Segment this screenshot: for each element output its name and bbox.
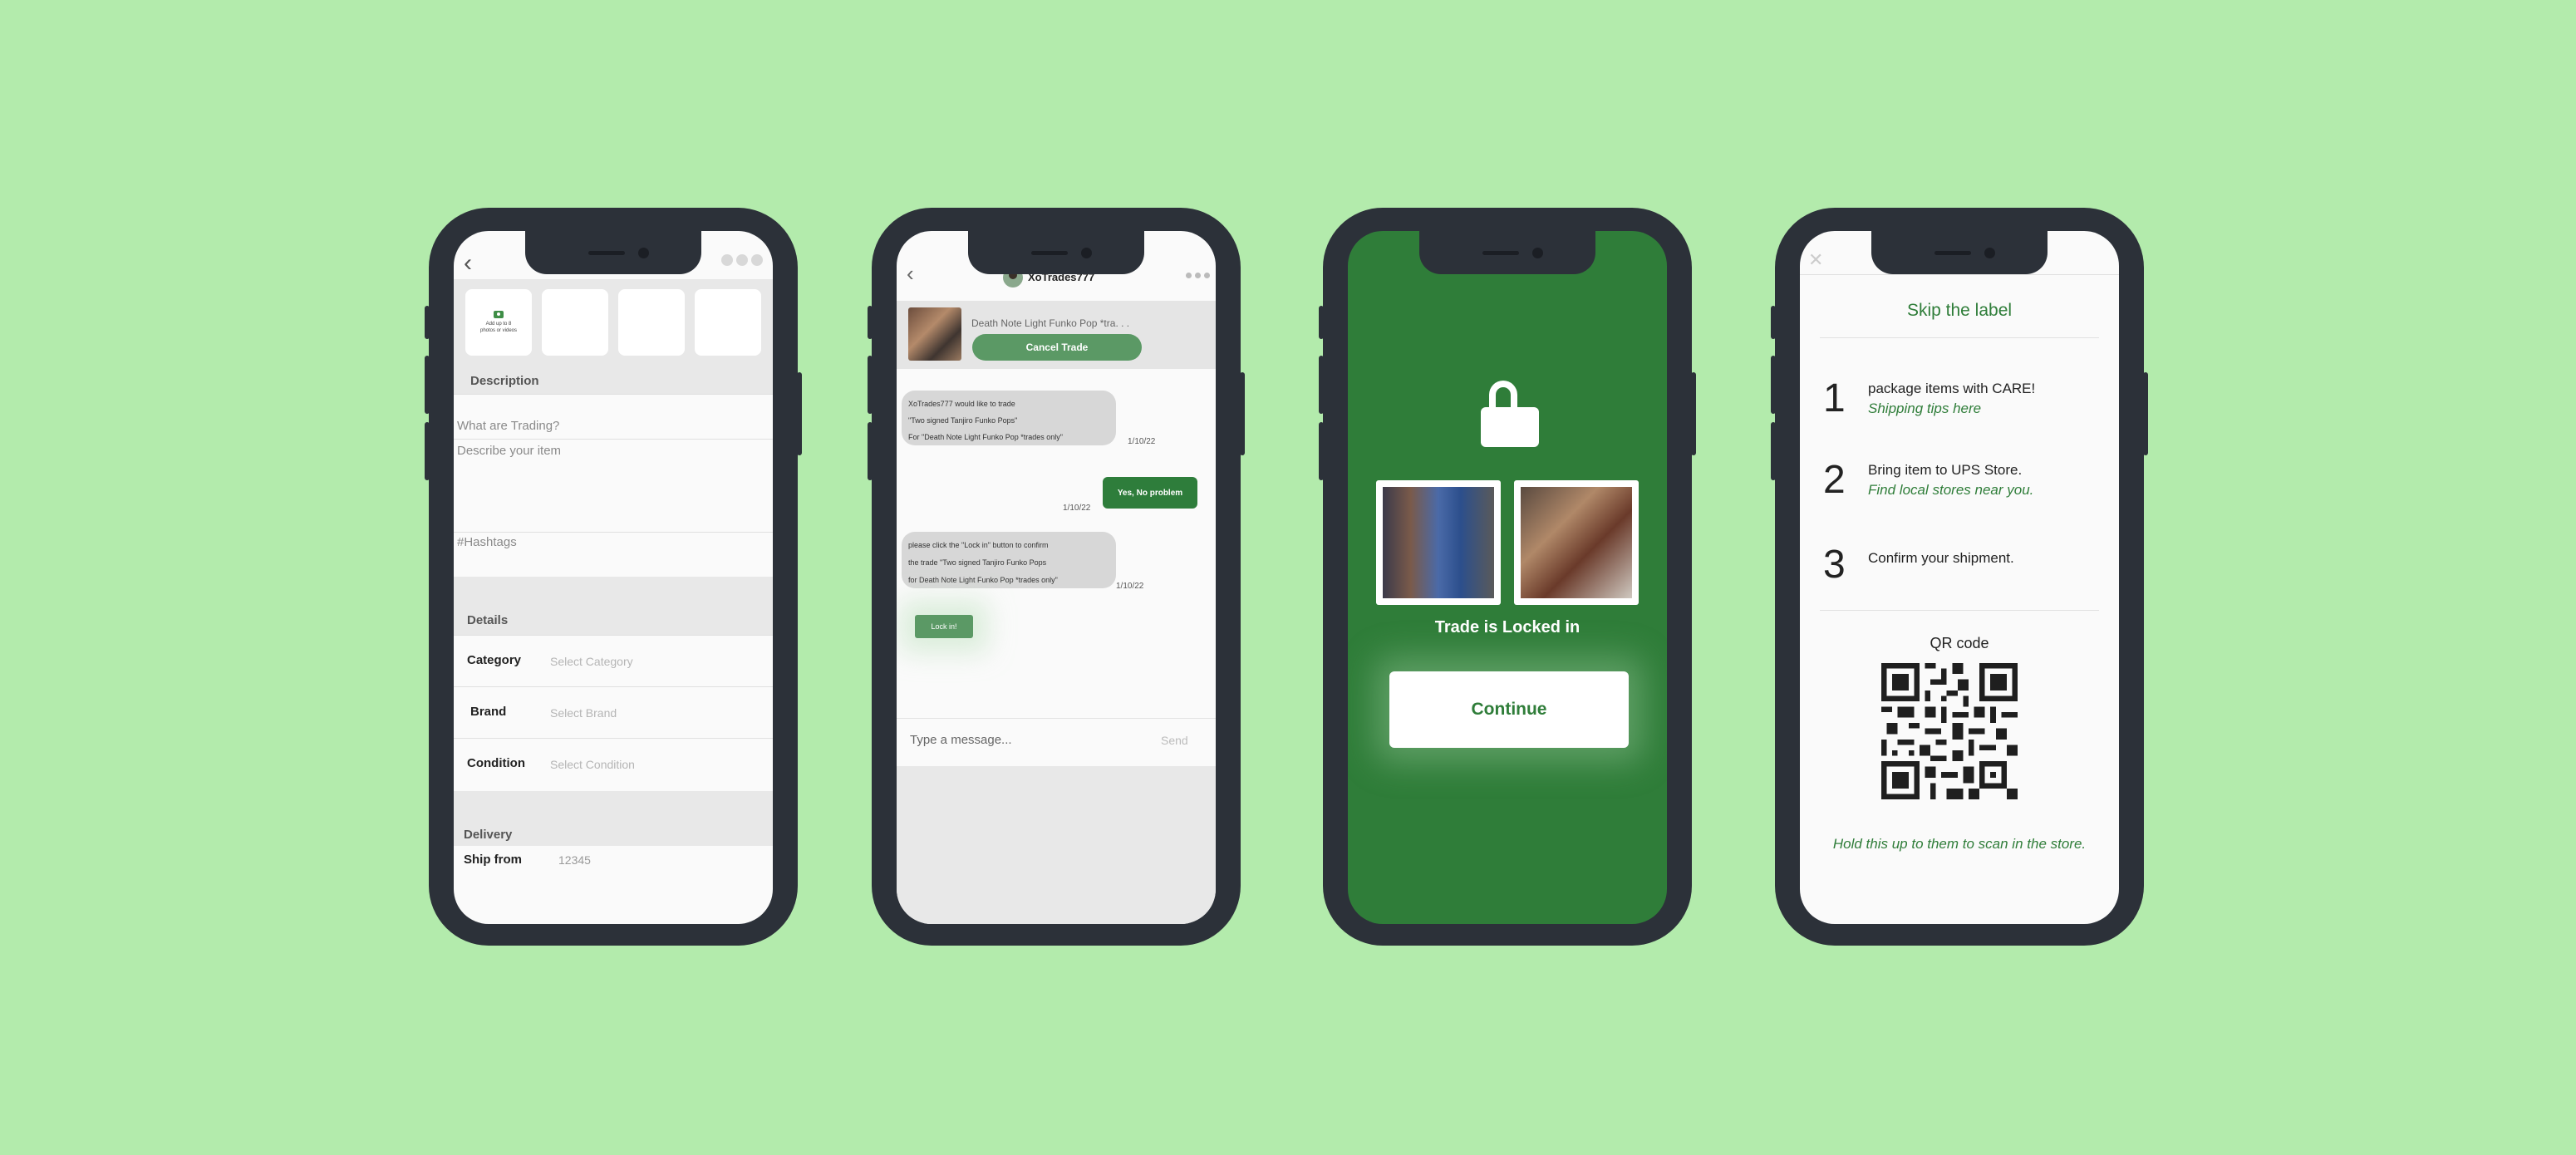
- divider: [1820, 610, 2099, 611]
- description-header: Description: [470, 374, 539, 388]
- message-timestamp: 1/10/22: [1116, 582, 1144, 591]
- side-button: [1240, 372, 1245, 455]
- photo-slot[interactable]: [618, 289, 685, 356]
- item-thumbnail[interactable]: [908, 307, 961, 361]
- find-stores-link[interactable]: Find local stores near you.: [1868, 482, 2033, 499]
- back-arrow-icon[interactable]: ‹: [907, 263, 914, 284]
- lock-in-button[interactable]: Lock in!: [915, 615, 973, 638]
- message-timestamp: 1/10/22: [1128, 437, 1156, 446]
- message-text: For "Death Note Light Funko Pop *trades …: [908, 433, 1063, 441]
- step-text: Bring item to UPS Store.: [1868, 462, 2023, 478]
- step-text: package items with CARE!: [1868, 381, 2036, 396]
- side-button: [1771, 306, 1776, 339]
- divider: [454, 532, 773, 533]
- message-text: for Death Note Light Funko Pop *trades o…: [908, 576, 1058, 584]
- side-button: [1319, 422, 1324, 480]
- message-text: "Two signed Tanjiro Funko Pops": [908, 416, 1018, 425]
- divider: [454, 439, 773, 440]
- add-photo-text: Add up to 8: [485, 321, 512, 327]
- item-title[interactable]: Death Note Light Funko Pop *tra. . .: [971, 317, 1129, 329]
- divider: [897, 718, 1216, 719]
- description-textarea[interactable]: Describe your item: [457, 444, 561, 458]
- cancel-trade-button[interactable]: Cancel Trade: [972, 334, 1142, 361]
- details-header: Details: [467, 613, 509, 627]
- keyboard-area: [897, 766, 1216, 924]
- side-button: [1771, 422, 1776, 480]
- screen: Trade is Locked in Continue: [1348, 231, 1667, 924]
- message-bubble-incoming: please click the "Lock in" button to con…: [902, 532, 1116, 588]
- phone-trading-item: ‹ Trading item Add up to 8 photos or vid…: [425, 208, 802, 946]
- side-button: [2143, 372, 2148, 455]
- step-number: 1: [1823, 376, 1846, 420]
- side-button: [868, 306, 873, 339]
- divider: [454, 686, 773, 687]
- side-button: [1691, 372, 1696, 455]
- photo-slot[interactable]: [542, 289, 608, 356]
- delivery-header: Delivery: [464, 828, 513, 842]
- side-button: [868, 422, 873, 480]
- notch: [525, 229, 701, 274]
- qr-label: QR code: [1930, 635, 1989, 651]
- step-number: 3: [1823, 543, 1846, 587]
- message-timestamp: 1/10/22: [1063, 504, 1091, 513]
- condition-label: Condition: [467, 756, 525, 770]
- step-text: Confirm your shipment.: [1868, 550, 2014, 566]
- send-button[interactable]: Send: [1161, 734, 1188, 747]
- trade-photo-left: [1376, 480, 1501, 605]
- step-number: 2: [1823, 458, 1846, 502]
- message-bubble-outgoing: Yes, No problem: [1103, 477, 1197, 509]
- ship-from-label: Ship from: [464, 853, 522, 867]
- camera-icon: [494, 310, 504, 318]
- continue-button[interactable]: Continue: [1389, 671, 1629, 748]
- category-label: Category: [467, 653, 522, 667]
- screen: ✕ QR code Skip the label 1 package items…: [1800, 231, 2119, 924]
- shipping-tips-link[interactable]: Shipping tips here: [1868, 401, 1981, 417]
- title-input[interactable]: What are Trading?: [457, 419, 559, 433]
- more-options-icon[interactable]: [721, 254, 763, 266]
- brand-label: Brand: [470, 705, 507, 719]
- message-text: XoTrades777 would like to trade: [908, 400, 1015, 408]
- side-button: [425, 356, 430, 414]
- side-button: [1771, 356, 1776, 414]
- phone-trade-locked: Trade is Locked in Continue: [1319, 208, 1696, 946]
- message-input[interactable]: Type a message...: [910, 733, 1012, 747]
- divider: [454, 394, 773, 395]
- category-select[interactable]: Select Category: [550, 655, 633, 668]
- hold-instructions: Hold this up to them to scan in the stor…: [1832, 836, 2087, 852]
- screen: ‹ XoTrades777 Death Note Light Funko Pop…: [897, 231, 1216, 924]
- photo-slot[interactable]: [695, 289, 761, 356]
- side-button: [425, 306, 430, 339]
- notch: [968, 229, 1144, 274]
- unlocked-padlock-icon: [1481, 381, 1539, 447]
- message-text: the trade "Two signed Tanjiro Funko Pops: [908, 558, 1047, 567]
- screen: ‹ Trading item Add up to 8 photos or vid…: [454, 231, 773, 924]
- message-text: please click the "Lock in" button to con…: [908, 541, 1049, 549]
- divider: [1820, 337, 2099, 338]
- skip-label-title: Skip the label: [1906, 301, 2013, 320]
- add-photo-text: photos or videos: [479, 328, 518, 333]
- ship-from-input[interactable]: 12345: [558, 853, 591, 867]
- condition-select[interactable]: Select Condition: [550, 758, 635, 771]
- side-button: [797, 372, 802, 455]
- message-bubble-incoming: XoTrades777 would like to trade "Two sig…: [902, 391, 1116, 445]
- notch: [1871, 229, 2048, 274]
- more-options-icon[interactable]: [1186, 273, 1210, 278]
- hashtags-input[interactable]: #Hashtags: [457, 535, 517, 549]
- divider: [1800, 274, 2119, 275]
- side-button: [425, 422, 430, 480]
- side-button: [868, 356, 873, 414]
- trade-photo-right: [1514, 480, 1639, 605]
- phone-qr-code: ✕ QR code Skip the label 1 package items…: [1771, 208, 2148, 946]
- side-button: [1319, 306, 1324, 339]
- notch: [1419, 229, 1595, 274]
- phone-chat: ‹ XoTrades777 Death Note Light Funko Pop…: [868, 208, 1245, 946]
- divider: [454, 635, 773, 636]
- divider: [454, 738, 773, 739]
- add-photo-button[interactable]: Add up to 8 photos or videos: [465, 289, 532, 356]
- side-button: [1319, 356, 1324, 414]
- brand-select[interactable]: Select Brand: [550, 706, 617, 720]
- qr-code-icon: [1881, 663, 2018, 799]
- locked-title: Trade is Locked in: [1434, 618, 1581, 636]
